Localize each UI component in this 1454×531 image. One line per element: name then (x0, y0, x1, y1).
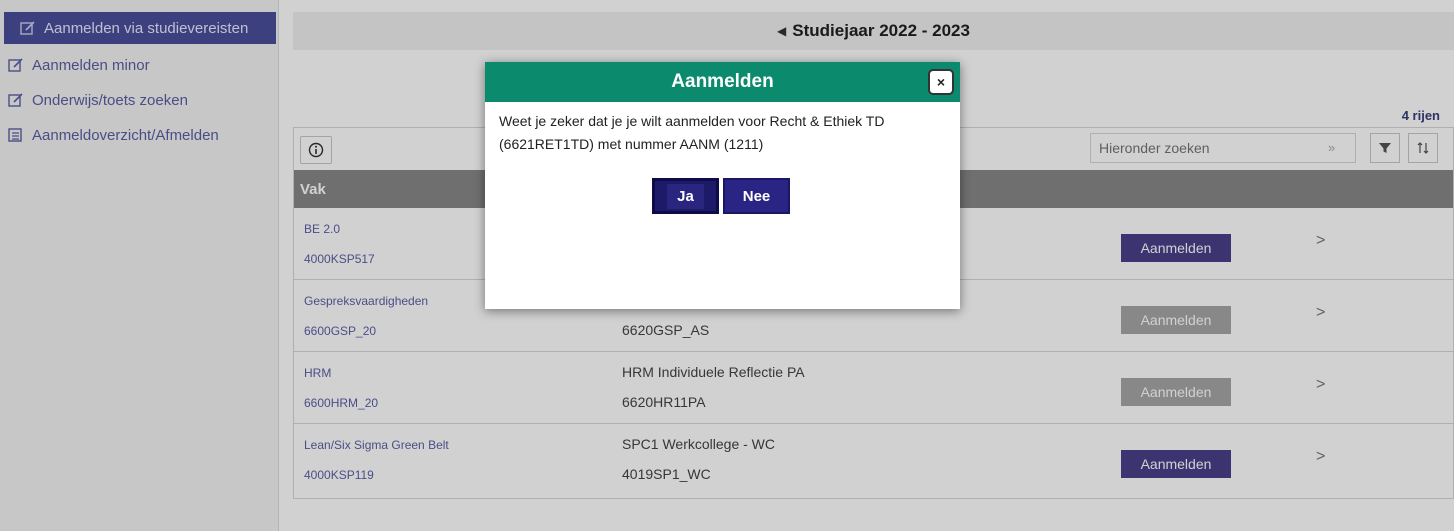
yes-button-label: Ja (667, 183, 704, 209)
dialog-message-line1: Weet je zeker dat je je wilt aanmelden v… (499, 113, 885, 129)
dialog-message-line2: (6621RET1TD) met nummer AANM (1211) (499, 136, 764, 152)
dialog-message: Weet je zeker dat je je wilt aanmelden v… (499, 110, 949, 156)
close-icon: × (936, 74, 946, 90)
dialog-title: Aanmelden (671, 71, 774, 92)
confirm-dialog: Aanmelden × Weet je zeker dat je je wilt… (485, 62, 960, 309)
yes-button[interactable]: Ja (652, 178, 719, 214)
close-button[interactable]: × (928, 69, 954, 95)
no-button[interactable]: Nee (723, 178, 790, 214)
dialog-header: Aanmelden × (485, 62, 960, 102)
